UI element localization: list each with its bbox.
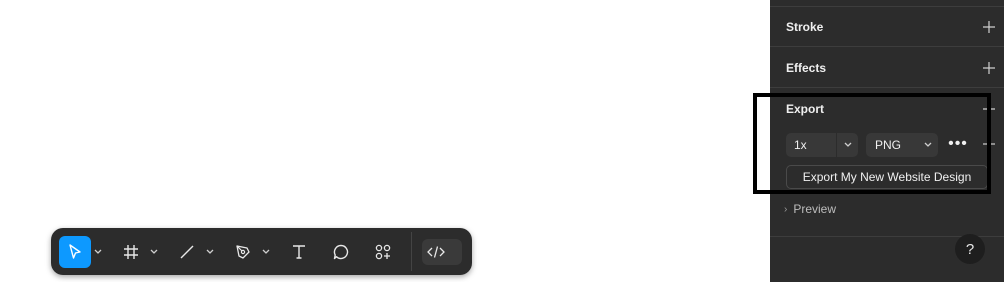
pen-tool-button[interactable]: [227, 236, 259, 268]
frame-tool-dropdown[interactable]: [147, 236, 161, 268]
pen-icon: [236, 244, 250, 259]
add-effect-icon[interactable]: [982, 61, 996, 75]
add-stroke-icon[interactable]: [982, 20, 996, 34]
panel-top-divider: [770, 0, 1004, 7]
line-icon: [180, 245, 194, 258]
code-brackets-icon: [427, 245, 445, 258]
actions-tool-button[interactable]: [367, 236, 399, 268]
preview-label: Preview: [793, 202, 837, 216]
chevron-down-icon: [150, 249, 158, 254]
comment-tool-button[interactable]: [325, 236, 357, 268]
effects-section: Effects: [770, 47, 1004, 88]
frame-hash-icon: [124, 244, 138, 259]
highlight-box: [753, 93, 991, 194]
help-button[interactable]: ?: [955, 234, 985, 264]
move-tool-dropdown[interactable]: [91, 236, 105, 268]
chevron-down-icon: [94, 249, 102, 254]
line-tool-dropdown[interactable]: [203, 236, 217, 268]
chevron-down-icon: [206, 249, 214, 254]
line-tool-button[interactable]: [171, 236, 203, 268]
chevron-right-icon: ›: [784, 203, 788, 215]
preview-toggle[interactable]: › Preview: [784, 202, 836, 216]
bottom-toolbar: [51, 228, 472, 275]
pen-tool-dropdown[interactable]: [259, 236, 273, 268]
toolbar-divider: [411, 232, 412, 271]
dev-mode-toggle[interactable]: [422, 238, 462, 265]
text-T-icon: [293, 244, 305, 259]
stroke-section-title: Stroke: [786, 20, 824, 34]
comment-bubble-icon: [333, 244, 349, 259]
move-tool-button[interactable]: [59, 235, 91, 268]
shapes-plus-icon: [375, 244, 391, 259]
chevron-down-icon: [262, 249, 270, 254]
effects-section-title: Effects: [786, 61, 827, 75]
frame-tool-button[interactable]: [115, 236, 147, 268]
cursor-arrow-icon: [69, 243, 81, 259]
stroke-section: Stroke: [770, 7, 1004, 47]
text-tool-button[interactable]: [283, 236, 315, 268]
